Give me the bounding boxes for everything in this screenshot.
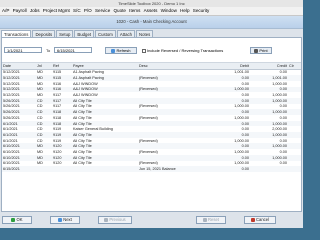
cancel-icon xyxy=(250,218,255,222)
from-date-input[interactable]: 1/1/2021 xyxy=(4,47,42,53)
reset-icon xyxy=(203,218,208,222)
tab-transactions[interactable]: Transactions xyxy=(1,30,32,37)
refresh-label: Refresh xyxy=(116,48,131,53)
checkmark-icon xyxy=(11,218,16,222)
cancel-button[interactable]: Cancel xyxy=(244,216,276,224)
cell-ref xyxy=(52,166,72,172)
next-label: Next xyxy=(63,217,72,222)
menu-item[interactable]: Jobs xyxy=(28,7,41,15)
previous-button[interactable]: Previous xyxy=(98,216,132,224)
previous-label: Previous xyxy=(109,217,126,222)
print-label: Print xyxy=(259,48,268,53)
reset-label: Reset xyxy=(208,217,219,222)
window-title: TimeSlide Toolbox 2020 - Demo 1 Inc xyxy=(0,0,303,7)
menu-item[interactable]: A/P xyxy=(0,7,11,15)
transactions-table: Date Jnl Ref Payee Desc Debit Credit Clr 5/12/2… xyxy=(2,63,301,172)
transactions-panel: 1/1/2021 To 6/15/2021 Refresh Include Re… xyxy=(1,37,302,212)
include-reversed-checkbox[interactable]: Include Reversed / Reversing Transaction… xyxy=(142,48,223,53)
tab-custom[interactable]: Custom xyxy=(95,30,116,37)
reset-button[interactable]: Reset xyxy=(196,216,226,224)
include-reversed-label: Include Reversed / Reversing Transaction… xyxy=(147,48,224,53)
tab-budget[interactable]: Budget xyxy=(74,30,95,37)
cell-jnl xyxy=(36,166,52,172)
cell-date: 6/15/2021 xyxy=(2,166,36,172)
menu-item[interactable]: Help xyxy=(179,7,192,15)
next-button[interactable]: Next xyxy=(50,216,80,224)
menu-bar: A/P Payroll Jobs Project Mgmt S/C P/O Service Q… xyxy=(0,7,303,16)
cell-debit: 0.00 xyxy=(208,166,250,172)
printer-icon xyxy=(254,48,259,53)
cancel-label: Cancel xyxy=(255,217,270,222)
menu-item[interactable]: Project Mgmt xyxy=(41,7,71,15)
arrow-left-icon xyxy=(104,218,109,222)
to-label: To xyxy=(46,48,51,53)
refresh-icon xyxy=(111,48,116,53)
account-title: 1020 - Cash - Main Checking Account xyxy=(0,16,303,29)
filter-bar: 1/1/2021 To 6/15/2021 Refresh Include Re… xyxy=(2,38,301,63)
menu-item[interactable]: S/C xyxy=(71,7,82,15)
ok-label: OK xyxy=(16,217,23,222)
ok-button[interactable]: OK xyxy=(2,216,32,224)
menu-item[interactable]: Assets xyxy=(142,7,159,15)
arrow-right-icon xyxy=(58,218,63,222)
tab-bar: Transactions Deposits Setup Budget Custom Att… xyxy=(1,30,154,37)
cell-payee xyxy=(72,166,138,172)
menu-item[interactable]: Items xyxy=(128,7,142,15)
checkbox-icon xyxy=(142,48,146,53)
menu-item[interactable]: P/O xyxy=(82,7,93,15)
menu-item[interactable]: Window xyxy=(159,7,179,15)
refresh-button[interactable]: Refresh xyxy=(105,47,137,54)
tab-notes[interactable]: Notes xyxy=(136,30,154,37)
menu-item[interactable]: Payroll xyxy=(11,7,28,15)
tab-deposits[interactable]: Deposits xyxy=(32,30,56,37)
menu-item[interactable]: Service xyxy=(93,7,112,15)
tab-setup[interactable]: Setup xyxy=(56,30,74,37)
menu-item[interactable]: Security xyxy=(191,7,211,15)
application-window: TimeSlide Toolbox 2020 - Demo 1 Inc A/P P… xyxy=(0,0,303,228)
cell-clr xyxy=(288,166,301,172)
footer-bar: OK Next Previous Reset Cancel xyxy=(0,212,303,228)
cell-desc: Jun 15, 2021 Balance xyxy=(138,166,208,172)
menu-item[interactable]: Quote xyxy=(112,7,128,15)
cell-credit xyxy=(250,166,288,172)
tab-attach[interactable]: Attach xyxy=(116,30,136,37)
table-row[interactable]: 6/15/2021 Jun 15, 2021 Balance 0.00 xyxy=(2,166,301,172)
print-button[interactable]: Print xyxy=(250,47,272,54)
to-date-input[interactable]: 6/15/2021 xyxy=(54,47,92,53)
